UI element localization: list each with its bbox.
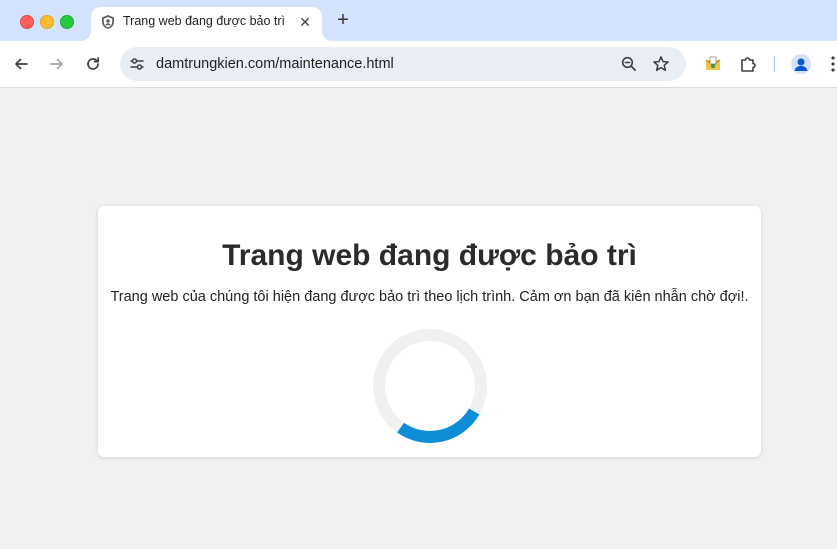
back-button[interactable] bbox=[10, 53, 32, 75]
zoom-window-button[interactable] bbox=[60, 15, 74, 29]
arrow-right-icon bbox=[50, 58, 63, 70]
close-window-button[interactable] bbox=[20, 15, 34, 29]
browser-toolbar: damtrungkien.com/maintenance.html bbox=[0, 41, 837, 88]
tab-strip: Trang web đang được bảo trì ✕ + bbox=[0, 0, 837, 41]
reload-button[interactable] bbox=[82, 53, 104, 75]
new-tab-button[interactable]: + bbox=[333, 10, 353, 30]
extension-mail-icon[interactable] bbox=[702, 53, 724, 75]
arrow-left-icon bbox=[15, 58, 28, 70]
extensions-puzzle-icon[interactable] bbox=[737, 53, 759, 75]
site-info-icon[interactable] bbox=[128, 55, 146, 73]
url-text[interactable]: damtrungkien.com/maintenance.html bbox=[156, 56, 394, 72]
page-viewport: Trang web đang được bảo trì Trang web củ… bbox=[0, 88, 837, 549]
star-icon[interactable] bbox=[652, 55, 670, 73]
browser-window: Trang web đang được bảo trì ✕ + damtrung… bbox=[0, 0, 837, 549]
tab-title: Trang web đang được bảo trì bbox=[123, 14, 286, 28]
page-title: Trang web đang được bảo trì bbox=[222, 239, 637, 272]
shield-icon bbox=[100, 14, 116, 30]
profile-avatar-icon[interactable] bbox=[791, 54, 811, 74]
spinner-arc bbox=[397, 408, 480, 443]
maintenance-card: Trang web đang được bảo trì Trang web củ… bbox=[98, 206, 761, 457]
more-menu-icon[interactable] bbox=[830, 55, 836, 73]
maintenance-message: Trang web của chúng tôi hiện đang được b… bbox=[110, 289, 749, 305]
reload-icon bbox=[87, 57, 100, 70]
tab-active[interactable]: Trang web đang được bảo trì ✕ bbox=[91, 7, 322, 41]
minimize-window-button[interactable] bbox=[40, 15, 54, 29]
loading-spinner bbox=[372, 328, 488, 444]
toolbar-divider bbox=[774, 56, 775, 72]
zoom-icon[interactable] bbox=[620, 55, 638, 73]
close-tab-icon[interactable]: ✕ bbox=[297, 14, 313, 30]
forward-button[interactable] bbox=[46, 53, 68, 75]
address-bar[interactable]: damtrungkien.com/maintenance.html bbox=[120, 47, 686, 81]
